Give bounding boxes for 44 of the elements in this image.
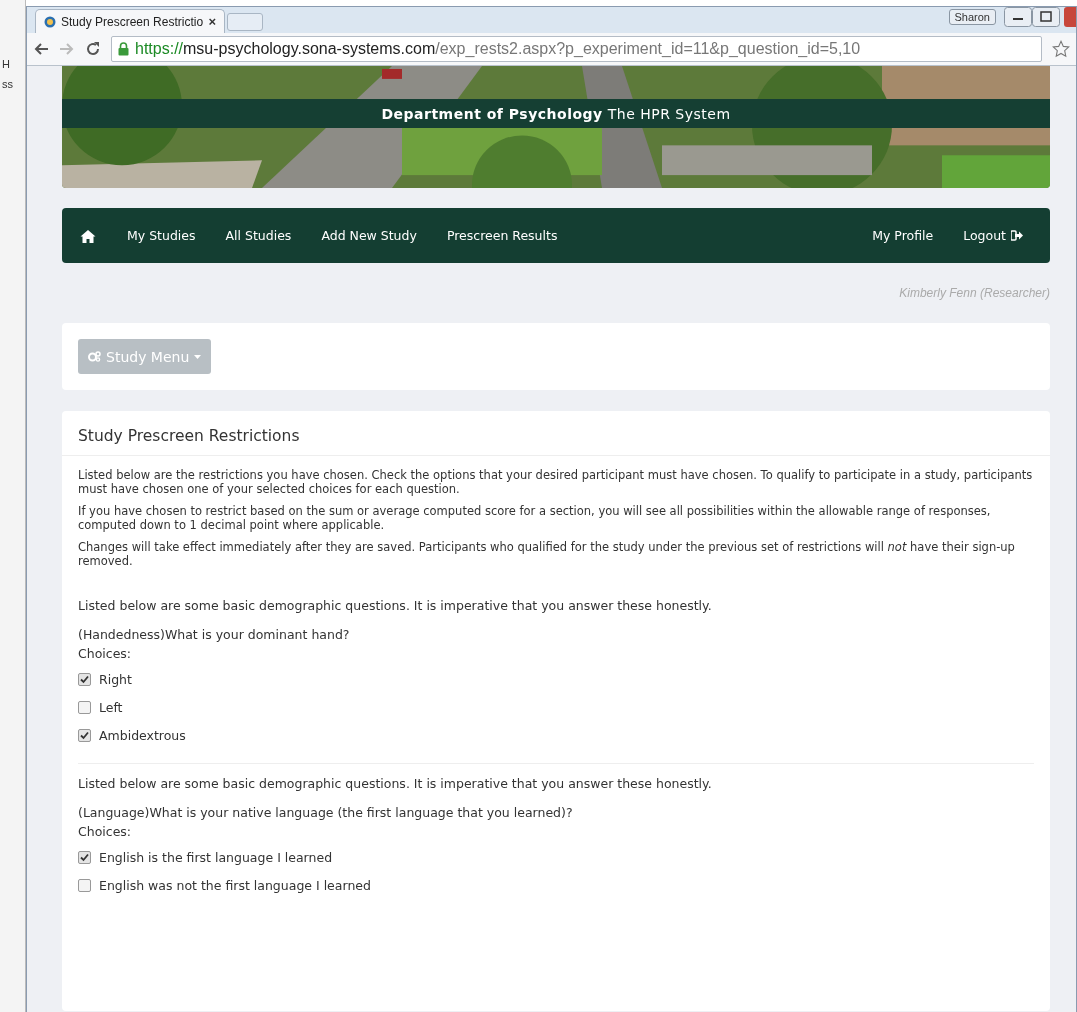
caret-icon bbox=[194, 354, 202, 359]
checkbox[interactable] bbox=[78, 672, 91, 686]
nav-link[interactable]: Add New Study bbox=[306, 228, 432, 243]
home-icon[interactable] bbox=[80, 228, 96, 243]
nav-link[interactable]: My Profile bbox=[857, 228, 949, 243]
choices-label: Choices: bbox=[78, 824, 133, 839]
question-text: (Language)What is your native language (the first language that you learned)? bbox=[78, 805, 574, 820]
lock-icon bbox=[118, 42, 129, 56]
choice-label: Right bbox=[99, 671, 132, 687]
browser-tab[interactable]: Study Prescreen Restrictio × bbox=[35, 9, 225, 33]
logout-icon bbox=[1011, 230, 1023, 241]
checkbox[interactable] bbox=[78, 728, 91, 742]
star-icon[interactable] bbox=[1052, 40, 1070, 58]
checkbox[interactable] bbox=[78, 850, 91, 864]
paragraph: If you have chosen to restrict based on the sum or average computed score for a section, you will see all possibilities within the allowable range of responses, computed down to 1 decimal point where applicable. bbox=[78, 504, 992, 532]
question-intro: Listed below are some basic demographic questions. It is imperative that you answer these honestly. bbox=[78, 598, 713, 613]
close-tab-button[interactable]: × bbox=[208, 14, 216, 29]
address-bar[interactable]: https://msu-psychology.sona-systems.com/exp_rests2.aspx?p_experiment_id=11&p_question_id=5,10 bbox=[111, 36, 1042, 62]
window-controls[interactable] bbox=[1004, 7, 1062, 27]
gears-icon bbox=[88, 351, 101, 362]
nav-link[interactable]: Prescreen Results bbox=[431, 228, 573, 243]
background-window-text: ss bbox=[1, 78, 14, 90]
tab-title: Study Prescreen Restrictio bbox=[61, 14, 204, 29]
question-text: (Handedness)What is your dominant hand? bbox=[78, 627, 351, 642]
reload-icon[interactable] bbox=[85, 41, 101, 57]
nav-link[interactable]: My Studies bbox=[112, 228, 211, 243]
choices-label: Choices: bbox=[78, 646, 133, 661]
choice-label: Ambidextrous bbox=[99, 727, 186, 743]
checkbox[interactable] bbox=[78, 878, 91, 892]
back-icon[interactable] bbox=[33, 42, 49, 56]
site-title: Department of Psychology The HPR System bbox=[381, 105, 731, 122]
choice-label: English is the first language I learned bbox=[99, 849, 333, 865]
panel-title: Study Prescreen Restrictions bbox=[78, 427, 300, 445]
paragraph: Listed below are the restrictions you have chosen. Check the options that your desired participant must have chosen. To qualify to participate in a study, participants must have chosen one of your selected choices for each question. bbox=[78, 468, 1034, 496]
paragraph: Changes will take effect immediately after they are saved. Participants who qualified for the study under the previous set of restrictions will not have their sign-up removed. bbox=[78, 540, 1016, 568]
nav-link[interactable]: Logout bbox=[948, 228, 1038, 243]
background-window-text: H bbox=[1, 58, 11, 70]
user-button[interactable]: Sharon bbox=[948, 9, 996, 25]
nav-link[interactable]: All Studies bbox=[210, 228, 307, 243]
checkbox[interactable] bbox=[78, 700, 91, 714]
user-name: Kimberly Fenn (Researcher) bbox=[899, 286, 1050, 300]
question-intro: Listed below are some basic demographic questions. It is imperative that you answer these honestly. bbox=[78, 776, 713, 791]
choice-label: Left bbox=[99, 699, 123, 715]
choice-label: English was not the first language I learned bbox=[99, 877, 371, 893]
